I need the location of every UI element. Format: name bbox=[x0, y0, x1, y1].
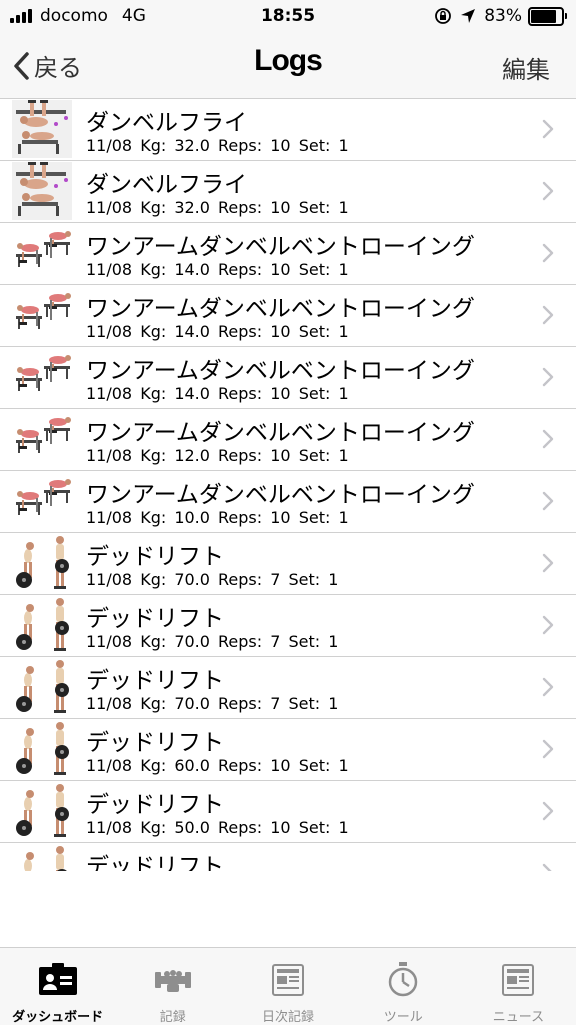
log-detail: 11/08 Kg: 12.0 Reps: 10 Set: 1 bbox=[86, 446, 349, 465]
exercise-name: デッドリフト bbox=[86, 730, 224, 756]
exercise-thumbnail bbox=[12, 472, 72, 530]
log-row[interactable]: ワンアームダンベルベントローイング 11/08 Kg: 14.0 Reps: 10… bbox=[0, 285, 576, 347]
log-row[interactable]: ワンアームダンベルベントローイング 11/08 Kg: 10.0 Reps: 10… bbox=[0, 471, 576, 533]
tab-stopwatch[interactable]: ツール bbox=[346, 948, 461, 1025]
page-title: Logs bbox=[254, 44, 323, 77]
tab-label: ダッシュボード bbox=[12, 1010, 104, 1025]
log-detail: 11/08 Kg: 32.0 Reps: 10 Set: 1 bbox=[86, 198, 349, 217]
log-list: ダンベルフライ 11/08 Kg: 32.0 Reps: 10 Set: 1 ダンベ… bbox=[0, 99, 576, 871]
log-detail: 11/08 Kg: 14.0 Reps: 10 Set: 1 bbox=[86, 322, 349, 341]
tab-dumbbell[interactable]: 記録 bbox=[115, 948, 230, 1025]
log-row[interactable]: デッドリフト 11/08 Kg: 60.0 Reps: 10 Set: 1 bbox=[0, 719, 576, 781]
exercise-name: ダンベルフライ bbox=[86, 172, 247, 198]
chevron-right-icon bbox=[542, 615, 554, 635]
dashboard-icon bbox=[38, 960, 78, 1000]
log-detail: 11/08 Kg: 10.0 Reps: 10 Set: 1 bbox=[86, 508, 349, 527]
exercise-thumbnail bbox=[12, 100, 72, 158]
chevron-right-icon bbox=[542, 119, 554, 139]
chevron-right-icon bbox=[542, 677, 554, 697]
stopwatch-icon bbox=[386, 960, 420, 1000]
tab-label: 日次記録 bbox=[262, 1010, 315, 1025]
exercise-name: デッドリフト bbox=[86, 854, 224, 871]
exercise-thumbnail bbox=[12, 224, 72, 282]
exercise-thumbnail bbox=[12, 782, 72, 840]
log-detail: 11/08 Kg: 14.0 Reps: 10 Set: 1 bbox=[86, 260, 349, 279]
dumbbell-icon bbox=[153, 960, 193, 1000]
exercise-thumbnail bbox=[12, 286, 72, 344]
chevron-right-icon bbox=[542, 243, 554, 263]
log-row[interactable]: ワンアームダンベルベントローイング 11/08 Kg: 14.0 Reps: 10… bbox=[0, 223, 576, 285]
log-row[interactable]: デッドリフト 11/08 Kg: 70.0 Reps: 7 Set: 1 bbox=[0, 657, 576, 719]
tab-label: ニュース bbox=[492, 1010, 545, 1025]
chevron-right-icon bbox=[542, 553, 554, 573]
log-row[interactable]: ワンアームダンベルベントローイング 11/08 Kg: 14.0 Reps: 10… bbox=[0, 347, 576, 409]
log-row[interactable]: デッドリフト 11/08 Kg: 70.0 Reps: 7 Set: 1 bbox=[0, 533, 576, 595]
chevron-right-icon bbox=[542, 181, 554, 201]
status-bar: docomo 4G 18:55 83% bbox=[0, 0, 576, 34]
exercise-name: ワンアームダンベルベントローイング bbox=[86, 234, 475, 260]
chevron-right-icon bbox=[542, 367, 554, 387]
status-right: 83% bbox=[434, 6, 567, 26]
exercise-thumbnail bbox=[12, 348, 72, 406]
battery-icon bbox=[528, 6, 567, 26]
exercise-name: デッドリフト bbox=[86, 606, 224, 632]
log-row[interactable]: デッドリフト bbox=[0, 843, 576, 871]
log-row[interactable]: ダンベルフライ 11/08 Kg: 32.0 Reps: 10 Set: 1 bbox=[0, 99, 576, 161]
exercise-thumbnail bbox=[12, 658, 72, 716]
exercise-thumbnail bbox=[12, 534, 72, 592]
daily-record-icon bbox=[271, 960, 305, 1000]
exercise-name: ワンアームダンベルベントローイング bbox=[86, 358, 475, 384]
exercise-name: ダンベルフライ bbox=[86, 110, 247, 136]
log-row[interactable]: デッドリフト 11/08 Kg: 70.0 Reps: 7 Set: 1 bbox=[0, 595, 576, 657]
location-arrow-icon bbox=[461, 9, 476, 23]
log-row[interactable]: ダンベルフライ 11/08 Kg: 32.0 Reps: 10 Set: 1 bbox=[0, 161, 576, 223]
exercise-name: デッドリフト bbox=[86, 792, 224, 818]
log-detail: 11/08 Kg: 50.0 Reps: 10 Set: 1 bbox=[86, 818, 349, 837]
log-detail: 11/08 Kg: 14.0 Reps: 10 Set: 1 bbox=[86, 384, 349, 403]
tab-label: ツール bbox=[383, 1010, 423, 1025]
log-row[interactable]: デッドリフト 11/08 Kg: 50.0 Reps: 10 Set: 1 bbox=[0, 781, 576, 843]
chevron-right-icon bbox=[542, 801, 554, 821]
exercise-thumbnail bbox=[12, 596, 72, 654]
chevron-right-icon bbox=[542, 305, 554, 325]
tab-bar: ダッシュボード 記録 日次記録 ツール ニュース bbox=[0, 947, 576, 1025]
exercise-name: ワンアームダンベルベントローイング bbox=[86, 420, 475, 446]
chevron-right-icon bbox=[542, 429, 554, 449]
chevron-right-icon bbox=[542, 739, 554, 759]
log-detail: 11/08 Kg: 70.0 Reps: 7 Set: 1 bbox=[86, 570, 339, 589]
news-icon bbox=[501, 960, 535, 1000]
exercise-name: デッドリフト bbox=[86, 668, 224, 694]
chevron-right-icon bbox=[542, 491, 554, 511]
rotation-lock-icon bbox=[435, 8, 452, 24]
exercise-thumbnail bbox=[12, 410, 72, 468]
tab-news[interactable]: ニュース bbox=[461, 948, 576, 1025]
exercise-thumbnail bbox=[12, 162, 72, 220]
log-detail: 11/08 Kg: 70.0 Reps: 7 Set: 1 bbox=[86, 632, 339, 651]
exercise-thumbnail bbox=[12, 720, 72, 778]
exercise-thumbnail bbox=[12, 844, 72, 871]
exercise-name: デッドリフト bbox=[86, 544, 224, 570]
tab-dashboard[interactable]: ダッシュボード bbox=[0, 948, 115, 1025]
chevron-right-icon bbox=[542, 863, 552, 871]
battery-percent: 83% bbox=[484, 6, 522, 26]
log-detail: 11/08 Kg: 32.0 Reps: 10 Set: 1 bbox=[86, 136, 349, 155]
exercise-name: ワンアームダンベルベントローイング bbox=[86, 482, 475, 508]
log-row[interactable]: ワンアームダンベルベントローイング 11/08 Kg: 12.0 Reps: 10… bbox=[0, 409, 576, 471]
log-detail: 11/08 Kg: 70.0 Reps: 7 Set: 1 bbox=[86, 694, 339, 713]
exercise-name: ワンアームダンベルベントローイング bbox=[86, 296, 475, 322]
navigation-bar: 戻る Logs 編集 bbox=[0, 34, 576, 99]
edit-button[interactable]: 編集 bbox=[502, 50, 550, 85]
log-detail: 11/08 Kg: 60.0 Reps: 10 Set: 1 bbox=[86, 756, 349, 775]
tab-daily-record[interactable]: 日次記録 bbox=[230, 948, 345, 1025]
tab-label: 記録 bbox=[159, 1010, 186, 1025]
